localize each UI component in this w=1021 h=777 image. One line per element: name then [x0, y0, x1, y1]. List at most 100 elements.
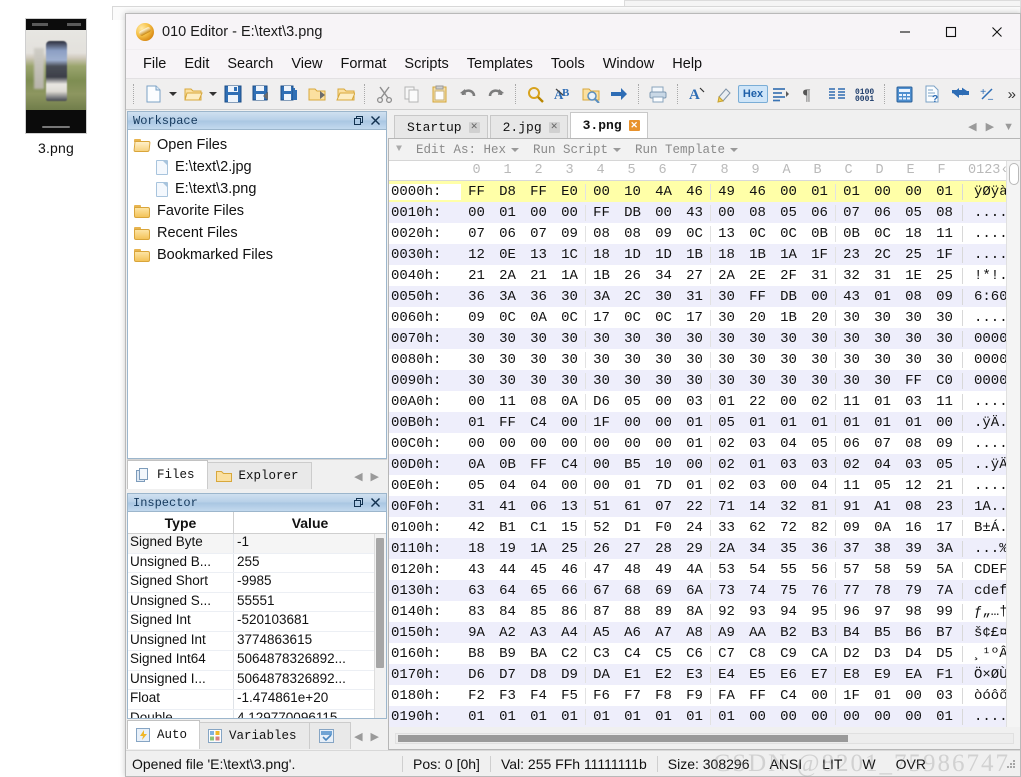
hex-byte[interactable]: 82: [804, 520, 835, 536]
hex-byte[interactable]: 30: [898, 352, 929, 368]
hex-row[interactable]: 0050h: 36 3A 36 30 3A 2C 30 31 30 FF DB 00 43 01 08 09 6:…: [389, 286, 1020, 307]
hex-byte[interactable]: 30: [648, 352, 679, 368]
find-icon[interactable]: [522, 81, 548, 107]
hex-byte[interactable]: A1: [867, 499, 898, 515]
hex-byte[interactable]: 04: [773, 436, 804, 452]
hex-byte[interactable]: 01: [836, 184, 867, 200]
hex-byte[interactable]: 1C: [554, 247, 585, 263]
desktop-icon-3png[interactable]: 3.png: [14, 18, 98, 156]
hex-byte[interactable]: 01: [679, 709, 710, 725]
copy-icon[interactable]: [399, 81, 425, 107]
save-as-icon[interactable]: [248, 81, 274, 107]
hex-byte[interactable]: D1: [617, 520, 648, 536]
hex-byte[interactable]: 57: [836, 562, 867, 578]
hex-byte[interactable]: B3: [804, 625, 835, 641]
hex-byte[interactable]: FF: [586, 205, 617, 221]
hex-byte[interactable]: 5A: [929, 562, 960, 578]
hex-byte[interactable]: 65: [523, 583, 554, 599]
hex-byte[interactable]: 00: [586, 457, 617, 473]
hex-byte[interactable]: E8: [836, 667, 867, 683]
hex-row[interactable]: 0160h: B8 B9 BA C2 C3 C4 C5 C6 C7 C8 C9 CA D2 D3 D4 D5 ¸¹…: [389, 643, 1020, 664]
hex-byte[interactable]: 05: [804, 436, 835, 452]
hex-byte[interactable]: 11: [836, 394, 867, 410]
hex-byte[interactable]: 41: [492, 499, 523, 515]
hex-byte[interactable]: 49: [648, 562, 679, 578]
hex-byte[interactable]: 11: [929, 226, 960, 242]
hex-byte[interactable]: 30: [867, 331, 898, 347]
hex-byte[interactable]: 30: [929, 331, 960, 347]
hex-byte[interactable]: D7: [492, 667, 523, 683]
hex-byte[interactable]: C1: [523, 520, 554, 536]
undo-icon[interactable]: [455, 81, 481, 107]
hex-byte[interactable]: 43: [836, 289, 867, 305]
hex-byte[interactable]: 30: [679, 331, 710, 347]
hex-byte[interactable]: 2A: [711, 268, 742, 284]
hex-byte[interactable]: 78: [867, 583, 898, 599]
hex-byte[interactable]: 0B: [804, 226, 835, 242]
hex-byte[interactable]: 08: [898, 436, 929, 452]
hex-byte[interactable]: 00: [461, 436, 492, 452]
hex-byte[interactable]: 27: [617, 541, 648, 557]
tab-template-results[interactable]: [308, 722, 351, 749]
redo-icon[interactable]: [483, 81, 509, 107]
hex-byte[interactable]: D6: [586, 394, 617, 410]
hex-byte[interactable]: A6: [617, 625, 648, 641]
hex-byte[interactable]: 21: [929, 478, 960, 494]
hex-byte[interactable]: 00: [773, 394, 804, 410]
tree-item-file-3png[interactable]: E:\text\3.png: [132, 178, 386, 200]
hex-byte[interactable]: 24: [679, 520, 710, 536]
hex-byte[interactable]: 73: [711, 583, 742, 599]
hex-byte[interactable]: 1E: [898, 268, 929, 284]
hex-byte[interactable]: 1F: [836, 688, 867, 704]
hex-byte[interactable]: F6: [586, 688, 617, 704]
hex-byte[interactable]: 08: [523, 394, 554, 410]
hex-byte[interactable]: 01: [773, 415, 804, 431]
table-row[interactable]: Double 4.129770096115...: [128, 709, 386, 718]
hex-byte[interactable]: 03: [898, 457, 929, 473]
hex-row[interactable]: 0090h: 30 30 30 30 30 30 30 30 30 30 30 30 30 30 FF C0 00…: [389, 370, 1020, 391]
hex-byte[interactable]: 00: [804, 688, 835, 704]
hex-byte[interactable]: 30: [836, 310, 867, 326]
hex-byte[interactable]: 53: [711, 562, 742, 578]
goto-icon[interactable]: [606, 81, 632, 107]
hex-byte[interactable]: FF: [461, 184, 492, 200]
menu-tools[interactable]: Tools: [542, 53, 594, 75]
hex-byte[interactable]: 30: [492, 373, 523, 389]
inspector-scrollbar[interactable]: [374, 534, 386, 718]
hex-byte[interactable]: 08: [929, 205, 960, 221]
hex-byte[interactable]: BA: [523, 646, 554, 662]
hex-byte[interactable]: 30: [554, 289, 585, 305]
hex-byte[interactable]: D8: [523, 667, 554, 683]
hex-byte[interactable]: 1A: [773, 247, 804, 263]
hex-byte[interactable]: 94: [773, 604, 804, 620]
hex-byte[interactable]: 01: [617, 478, 648, 494]
hex-byte[interactable]: F8: [648, 688, 679, 704]
hex-byte[interactable]: 0E: [492, 247, 523, 263]
hex-byte[interactable]: 45: [523, 562, 554, 578]
hex-byte[interactable]: 09: [836, 520, 867, 536]
hex-byte[interactable]: 00: [554, 205, 585, 221]
hex-byte[interactable]: 30: [461, 331, 492, 347]
hex-byte[interactable]: 25: [554, 541, 585, 557]
hex-byte[interactable]: 4A: [679, 562, 710, 578]
hex-view[interactable]: 0 1 2 3 4 5 6 7 8 9 A B C D E F 0123‹ 00…: [389, 161, 1020, 727]
hex-row[interactable]: 0030h: 12 0E 13 1C 18 1D 1D 1B 18 1B 1A 1F 23 2C 25 1F..…: [389, 244, 1020, 265]
hex-byte[interactable]: 01: [586, 709, 617, 725]
hex-byte[interactable]: 09: [929, 289, 960, 305]
hex-byte[interactable]: 54: [742, 562, 773, 578]
hex-byte[interactable]: 95: [804, 604, 835, 620]
menu-window[interactable]: Window: [594, 53, 664, 75]
hex-byte[interactable]: 31: [461, 499, 492, 515]
open-file-dropdown-icon[interactable]: [207, 81, 219, 107]
hex-byte[interactable]: 04: [492, 478, 523, 494]
hex-byte[interactable]: 00: [648, 436, 679, 452]
hex-byte[interactable]: 01: [461, 415, 492, 431]
hex-byte[interactable]: 69: [648, 583, 679, 599]
hex-byte[interactable]: B1: [492, 520, 523, 536]
hex-byte[interactable]: 30: [586, 331, 617, 347]
hex-byte[interactable]: 6A: [679, 583, 710, 599]
hex-byte[interactable]: 01: [867, 394, 898, 410]
hex-row[interactable]: 0080h: 30 30 30 30 30 30 30 30 30 30 30 30 30 30 30 30 00…: [389, 349, 1020, 370]
hex-byte[interactable]: 06: [523, 499, 554, 515]
hex-byte[interactable]: 66: [554, 583, 585, 599]
